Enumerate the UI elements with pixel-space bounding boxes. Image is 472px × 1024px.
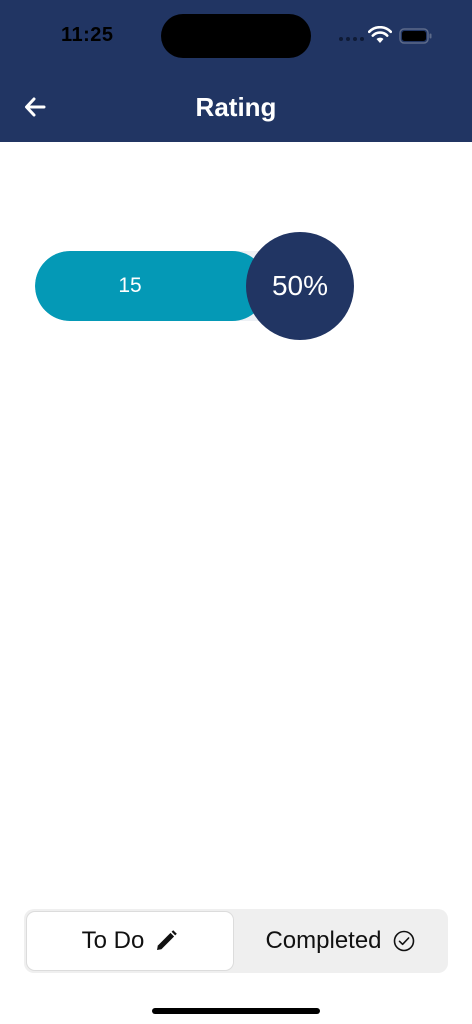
battery-icon	[399, 28, 432, 44]
tab-completed-label: Completed	[265, 927, 382, 954]
tab-todo[interactable]: To Do	[27, 912, 233, 970]
status-segmented-control: To Do Completed	[24, 909, 448, 973]
dynamic-island	[161, 14, 311, 58]
signal-dots-icon	[339, 37, 364, 41]
status-time: 11:25	[61, 24, 114, 46]
wifi-icon	[368, 26, 392, 43]
page-title: Rating	[195, 92, 277, 122]
percent-badge: 50%	[246, 232, 354, 340]
percent-label: 50%	[271, 270, 329, 301]
tab-todo-label: To Do	[81, 927, 145, 954]
tab-completed[interactable]: Completed	[236, 912, 445, 970]
home-indicator	[152, 1008, 320, 1014]
app-header: 11:25 Rating	[0, 0, 472, 142]
pencil-icon	[157, 930, 178, 950]
rating-value: 15	[118, 274, 142, 297]
check-circle-icon	[393, 930, 414, 952]
